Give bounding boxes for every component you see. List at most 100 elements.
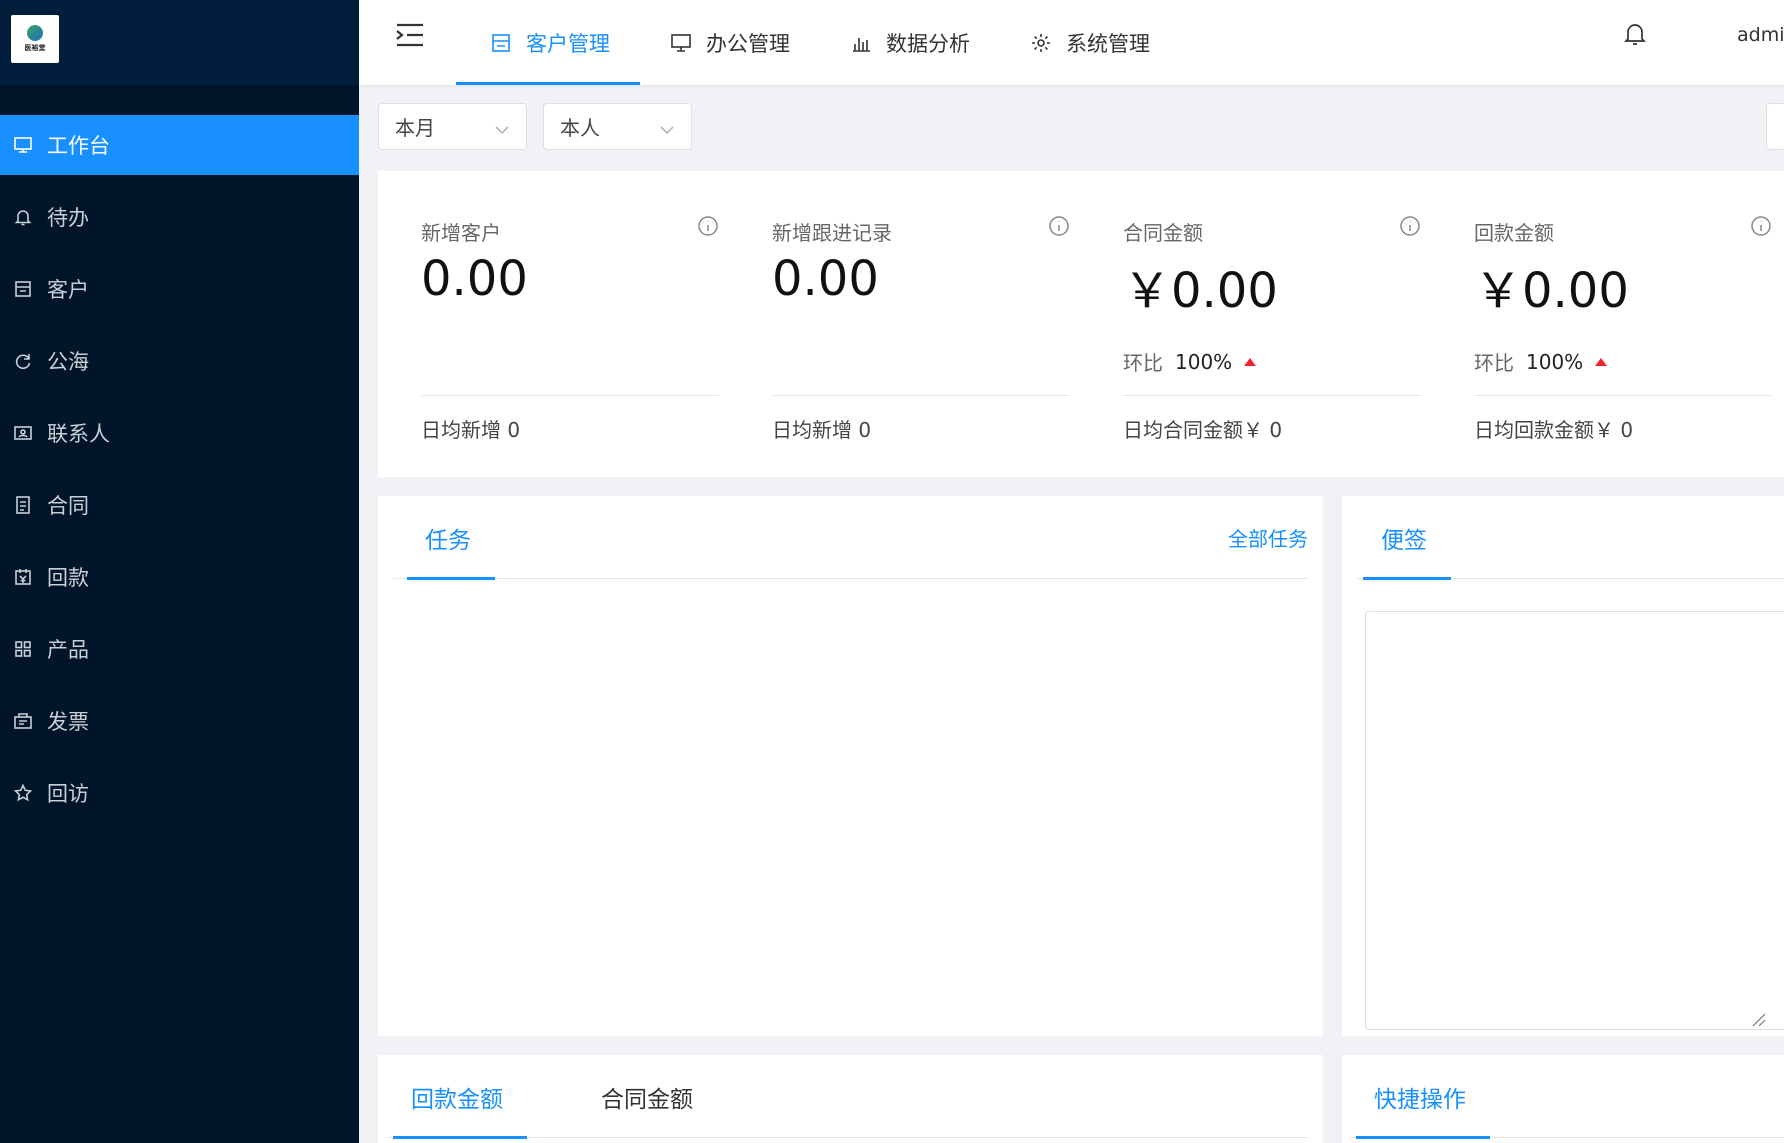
sidebar-item-customer[interactable]: 客户: [0, 259, 359, 319]
info-icon[interactable]: [1048, 215, 1070, 237]
grid-icon: [12, 638, 34, 660]
notes-textarea[interactable]: [1365, 611, 1784, 1030]
amount-panel-header: 回款金额 合同金额: [386, 1055, 1308, 1139]
top-navigation-bar: 客户管理 办公管理 数据分析 系统管理 admin: [359, 0, 1784, 85]
sidebar-item-workbench[interactable]: 工作台: [0, 115, 359, 175]
bar-chart-icon: [850, 32, 872, 54]
tab-notes[interactable]: 便签: [1363, 496, 1451, 580]
resize-grip-icon[interactable]: [1748, 1009, 1766, 1027]
quick-ops-panel: 快捷操作: [1342, 1055, 1784, 1143]
info-icon[interactable]: [1399, 215, 1421, 237]
all-tasks-link[interactable]: 全部任务: [1228, 496, 1308, 579]
sidebar-item-todo[interactable]: 待办: [0, 187, 359, 247]
tab-customer-management[interactable]: 客户管理: [456, 0, 640, 85]
sidebar-item-contract[interactable]: 合同: [0, 475, 359, 535]
stat-title: 新增客户: [421, 221, 501, 245]
user-name[interactable]: admin: [1737, 24, 1784, 46]
tab-label: 数据分析: [886, 31, 970, 56]
stat-title: 新增跟进记录: [772, 221, 892, 245]
collapse-menu-icon[interactable]: [395, 22, 425, 48]
ratio-value: 100%: [1526, 349, 1584, 374]
divider: [421, 395, 719, 396]
period-select-value: 本月: [395, 116, 435, 140]
stat-footer: 日均新增 0: [772, 418, 872, 442]
tab-label: 客户管理: [526, 31, 610, 56]
info-icon[interactable]: [697, 215, 719, 237]
bell-icon: [12, 206, 34, 228]
store-icon: [12, 278, 34, 300]
payment-icon: [12, 566, 34, 588]
tab-contract-amount[interactable]: 合同金额: [601, 1055, 693, 1138]
sidebar-item-public-sea[interactable]: 公海: [0, 331, 359, 391]
tab-office-management[interactable]: 办公管理: [670, 0, 790, 85]
divider: [1123, 395, 1421, 396]
trend-up-icon: [1595, 357, 1608, 366]
tab-quick-ops[interactable]: 快捷操作: [1356, 1055, 1490, 1139]
stat-contract-amount: 合同金额 ￥0.00 环比 100% 日均合同金额￥ 0: [1123, 171, 1421, 477]
sidebar: 医裕堂 工作台 待办 客户 公海 联系人 合同 回款 产品 发票 回访: [0, 0, 359, 1143]
logo[interactable]: 医裕堂: [11, 15, 59, 63]
tab-payment-amount[interactable]: 回款金额: [393, 1055, 527, 1139]
sidebar-item-revisit[interactable]: 回访: [0, 763, 359, 823]
stat-payment-amount: 回款金额 ￥0.00 环比 100% 日均回款金额￥ 0: [1474, 171, 1772, 477]
info-icon[interactable]: [1750, 215, 1772, 237]
stat-title: 合同金额: [1123, 221, 1203, 245]
notification-bell-icon[interactable]: [1623, 21, 1647, 47]
sidebar-item-label: 公海: [47, 350, 89, 374]
sidebar-item-label: 联系人: [47, 422, 110, 446]
sidebar-item-contacts[interactable]: 联系人: [0, 403, 359, 463]
divider: [1474, 395, 1772, 396]
stat-footer: 日均回款金额￥ 0: [1474, 418, 1634, 442]
tasks-panel-header: 任务 全部任务: [393, 496, 1308, 580]
quick-ops-panel-header: 快捷操作: [1350, 1055, 1784, 1139]
contact-card-icon: [12, 422, 34, 444]
sidebar-item-label: 合同: [47, 494, 89, 518]
logo-text: 医裕堂: [24, 44, 46, 52]
notes-panel-header: 便签: [1357, 496, 1784, 580]
sidebar-item-label: 产品: [47, 638, 89, 662]
stat-title: 回款金额: [1474, 221, 1554, 245]
tab-label: 办公管理: [706, 31, 790, 56]
stat-value: ￥0.00: [1123, 263, 1278, 319]
sidebar-item-label: 工作台: [47, 134, 110, 158]
document-icon: [12, 494, 34, 516]
sidebar-item-invoice[interactable]: 发票: [0, 691, 359, 751]
amount-panel: 回款金额 合同金额: [378, 1055, 1323, 1143]
star-icon: [12, 782, 34, 804]
monitor-icon: [12, 134, 34, 156]
chevron-down-icon: [494, 119, 510, 135]
tasks-panel: 任务 全部任务: [378, 496, 1323, 1036]
toolbar-side-button[interactable]: [1766, 103, 1784, 150]
period-select[interactable]: 本月: [378, 103, 527, 150]
ratio-label: 环比: [1474, 351, 1514, 375]
sidebar-item-label: 客户: [47, 278, 89, 302]
stat-value: ￥0.00: [1474, 263, 1629, 319]
store-icon: [490, 32, 512, 54]
scope-select-value: 本人: [560, 116, 600, 140]
gear-icon: [1030, 32, 1052, 54]
sidebar-item-payment[interactable]: 回款: [0, 547, 359, 607]
ratio-label: 环比: [1123, 351, 1163, 375]
stat-ratio: 环比 100%: [1123, 347, 1257, 376]
stat-new-customers: 新增客户 0.00 日均新增 0: [421, 171, 719, 477]
sidebar-item-label: 发票: [47, 710, 89, 734]
tab-data-analysis[interactable]: 数据分析: [850, 0, 970, 85]
tab-system-management[interactable]: 系统管理: [1030, 0, 1150, 85]
chevron-down-icon: [659, 119, 675, 135]
tab-tasks[interactable]: 任务: [407, 496, 495, 580]
sidebar-item-product[interactable]: 产品: [0, 619, 359, 679]
tab-label: 系统管理: [1066, 31, 1150, 56]
sidebar-item-label: 待办: [47, 206, 89, 230]
invoice-icon: [12, 710, 34, 732]
sidebar-item-label: 回访: [47, 782, 89, 806]
monitor-icon: [670, 32, 692, 54]
stat-new-followups: 新增跟进记录 0.00 日均新增 0: [772, 171, 1070, 477]
stat-ratio: 环比 100%: [1474, 347, 1608, 376]
ratio-value: 100%: [1175, 349, 1233, 374]
sidebar-nav: 工作台 待办 客户 公海 联系人 合同 回款 产品 发票 回访: [0, 115, 359, 835]
scope-select[interactable]: 本人: [543, 103, 692, 150]
logo-mark-icon: [27, 25, 43, 41]
stat-value: 0.00: [421, 251, 528, 307]
stat-footer: 日均新增 0: [421, 418, 521, 442]
divider: [772, 395, 1070, 396]
